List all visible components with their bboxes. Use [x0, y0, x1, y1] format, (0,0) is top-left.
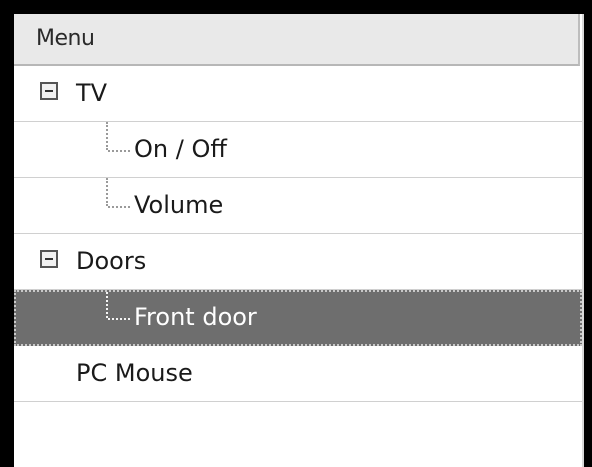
- tree-node-front-door[interactable]: Front door: [14, 290, 582, 346]
- tree-connector-line: [106, 178, 108, 206]
- column-header-label: Menu: [36, 26, 95, 51]
- window-frame: Menu TV On / Off Volume Doors Front door…: [0, 0, 592, 467]
- collapse-minus-icon[interactable]: [40, 250, 58, 268]
- tree-empty-area: [14, 402, 582, 458]
- tree-connector-line: [106, 292, 108, 318]
- tree-node-label: Front door: [134, 303, 257, 331]
- tree-connector-line: [108, 206, 130, 208]
- tree-node-pc-mouse[interactable]: PC Mouse: [14, 346, 582, 402]
- tree-connector-line: [106, 122, 108, 150]
- tree-node-label: On / Off: [134, 135, 227, 163]
- tree-node-on-off[interactable]: On / Off: [14, 122, 582, 178]
- panel-right-border: [582, 14, 584, 467]
- tree-node-label: Volume: [134, 191, 224, 219]
- tree-node-tv[interactable]: TV: [14, 66, 582, 122]
- tree-connector-line: [108, 150, 130, 152]
- tree-node-label: PC Mouse: [76, 359, 193, 387]
- collapse-minus-icon[interactable]: [40, 82, 58, 100]
- menu-tree-panel: Menu TV On / Off Volume Doors Front door…: [14, 14, 584, 467]
- tree-node-label: Doors: [76, 247, 147, 275]
- tree-node-doors[interactable]: Doors: [14, 234, 582, 290]
- column-header-menu[interactable]: Menu: [14, 14, 580, 66]
- tree-node-volume[interactable]: Volume: [14, 178, 582, 234]
- tree-connector-line: [108, 318, 130, 320]
- tree-node-label: TV: [76, 79, 108, 107]
